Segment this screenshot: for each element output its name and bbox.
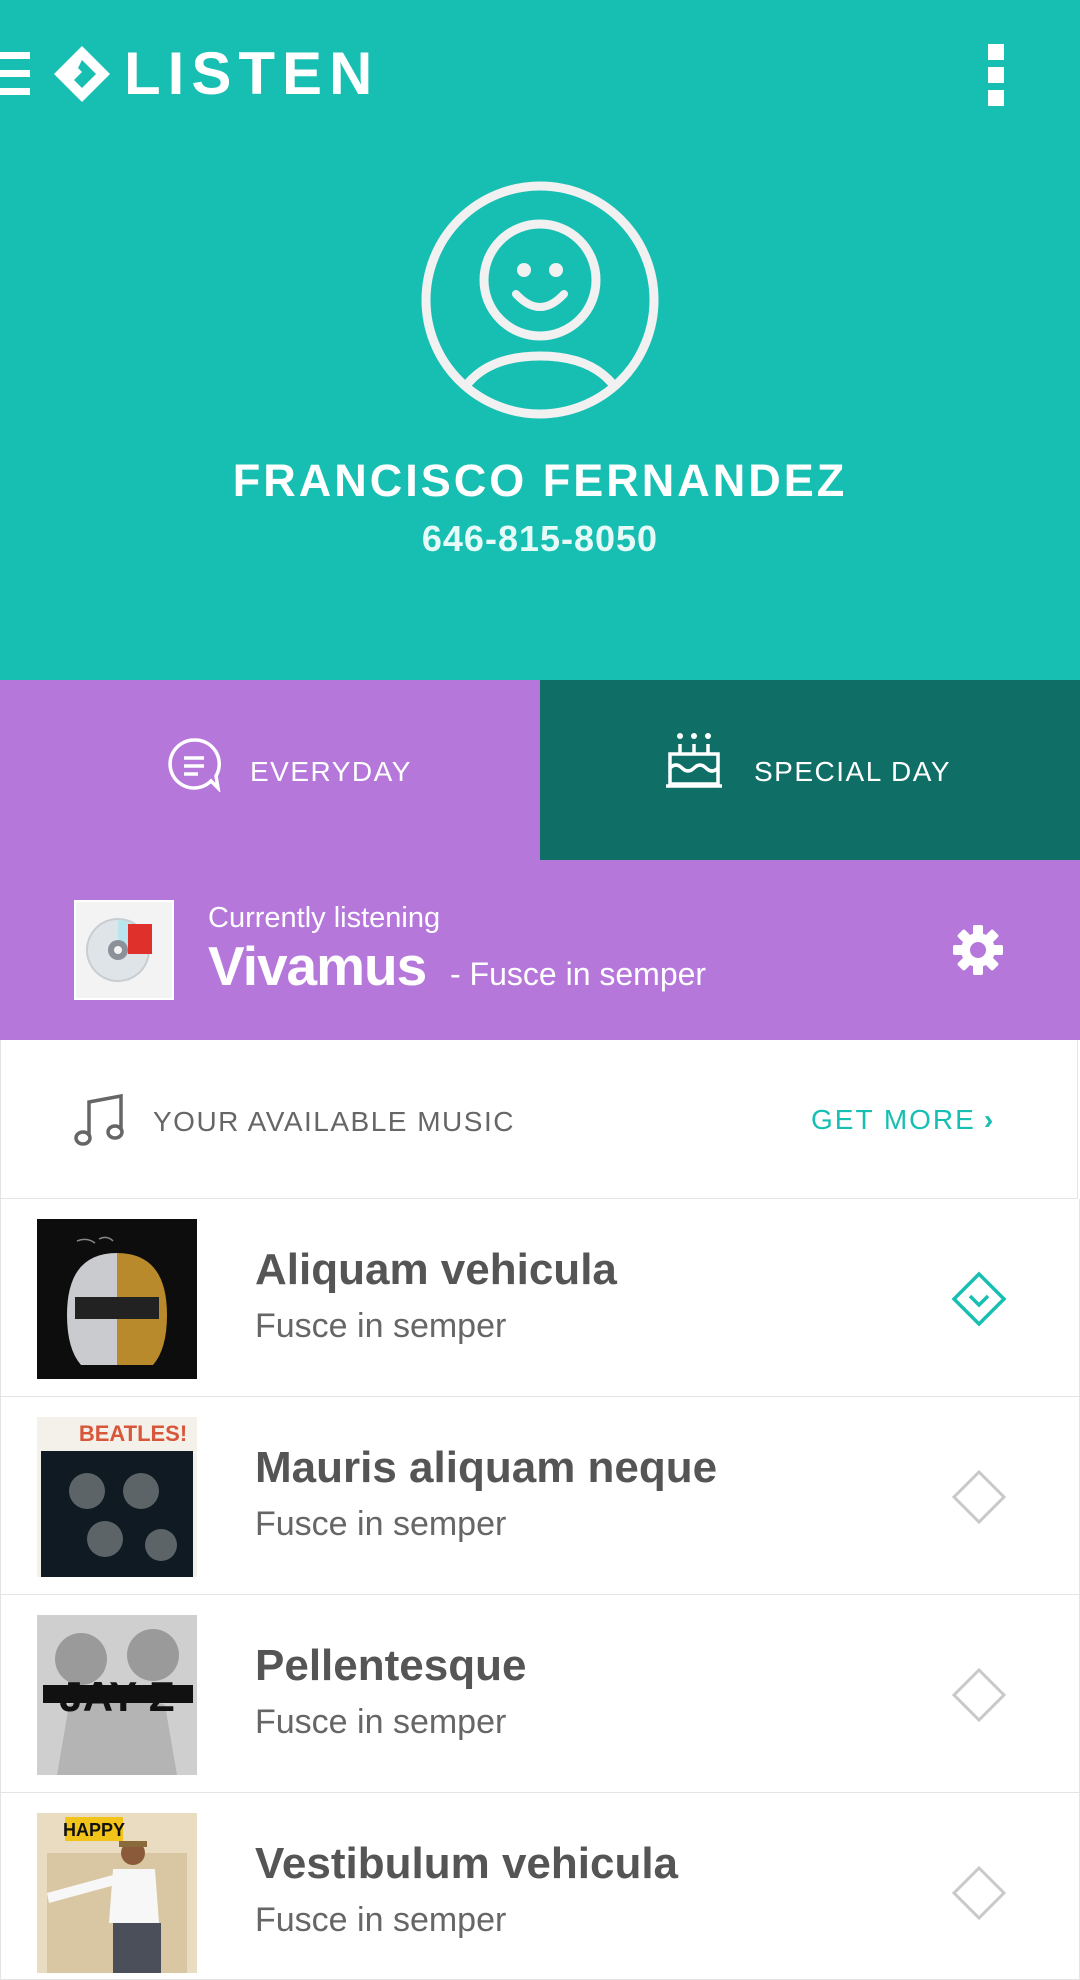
now-playing-title: Vivamus — [208, 935, 427, 997]
hamburger-menu-icon[interactable] — [0, 52, 30, 96]
profile-header: LISTEN FRANCISCO FERNANDEZ 646-815-8050 — [0, 0, 1080, 680]
chat-bubble-icon — [168, 738, 221, 792]
logo-icon — [54, 46, 110, 102]
tab-special-day-label: SPECIAL DAY — [754, 756, 952, 787]
now-playing-label: Currently listening — [208, 902, 441, 934]
track-artist: Fusce in semper — [255, 1307, 507, 1345]
unselected-diamond-icon[interactable] — [951, 1469, 1007, 1525]
avatar[interactable] — [420, 180, 660, 420]
selected-check-icon[interactable] — [951, 1271, 1007, 1327]
cover-text: HAPPY — [63, 1820, 125, 1840]
cover-text: BEATLES! — [79, 1421, 187, 1446]
album-cover — [37, 1219, 197, 1379]
album-cover: BEATLES! — [37, 1417, 197, 1577]
now-playing-subtitle: - Fusce in semper — [450, 956, 707, 992]
app-title: LISTEN — [124, 40, 380, 107]
user-phone: 646-815-8050 — [421, 518, 659, 559]
now-playing-bar[interactable]: Currently listening Vivamus - Fusce in s… — [0, 860, 1080, 1040]
music-note-icon — [74, 1093, 124, 1146]
available-music-header: YOUR AVAILABLE MUSIC GET MORE › — [0, 1040, 1078, 1199]
album-cover: JAY-Z — [37, 1615, 197, 1775]
album-cover: HAPPY — [37, 1813, 197, 1973]
track-row[interactable]: JAY-Z Pellentesque Fusce in semper — [0, 1595, 1080, 1793]
available-music-title: YOUR AVAILABLE MUSIC — [153, 1106, 515, 1137]
track-artist: Fusce in semper — [255, 1901, 507, 1939]
get-more-label: GET MORE — [811, 1104, 976, 1135]
tab-everyday-label: EVERYDAY — [250, 756, 412, 787]
unselected-diamond-icon[interactable] — [951, 1667, 1007, 1723]
gear-icon[interactable] — [952, 924, 1004, 976]
user-name: FRANCISCO FERNANDEZ — [232, 455, 848, 506]
get-more-link[interactable]: GET MORE › — [811, 1104, 995, 1136]
track-row[interactable]: BEATLES! Mauris aliquam neque Fusce in s… — [0, 1397, 1080, 1595]
tab-everyday[interactable]: EVERYDAY — [0, 680, 540, 860]
track-row[interactable]: HAPPY Vestibulum vehicula Fusce in sempe… — [0, 1793, 1080, 1980]
track-artist: Fusce in semper — [255, 1505, 507, 1543]
now-playing-album-art — [74, 900, 174, 1000]
track-title: Pellentesque — [255, 1641, 527, 1690]
more-options-icon[interactable] — [988, 44, 1008, 106]
chevron-right-icon: › — [983, 1104, 996, 1135]
unselected-diamond-icon[interactable] — [951, 1865, 1007, 1921]
tab-special-day[interactable]: SPECIAL DAY — [540, 680, 1080, 860]
birthday-cake-icon — [666, 733, 722, 788]
track-artist: Fusce in semper — [255, 1703, 507, 1741]
cover-text: JAY-Z — [59, 1673, 174, 1720]
track-title: Aliquam vehicula — [255, 1245, 617, 1294]
track-title: Vestibulum vehicula — [255, 1839, 679, 1888]
track-title: Mauris aliquam neque — [255, 1443, 718, 1492]
track-row[interactable]: Aliquam vehicula Fusce in semper — [0, 1199, 1080, 1397]
